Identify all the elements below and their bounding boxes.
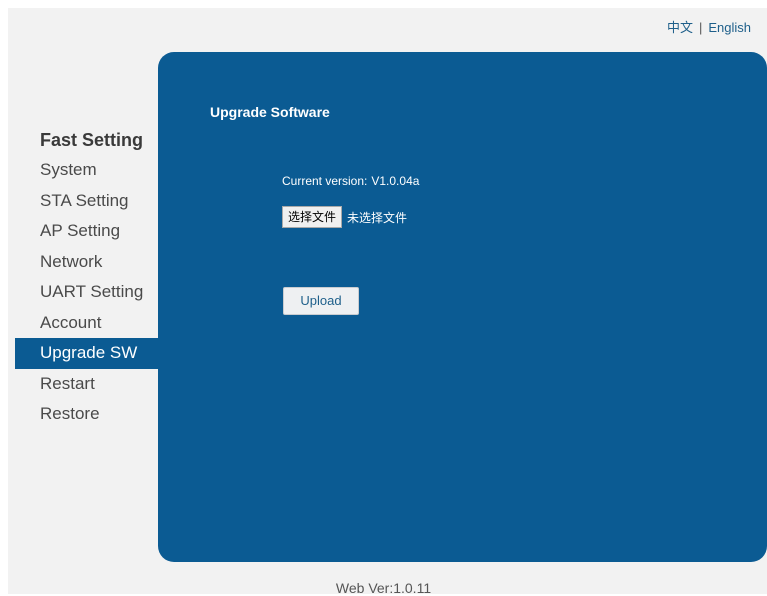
sidebar-item-network[interactable]: Network: [15, 247, 161, 278]
sidebar-item-system[interactable]: System: [15, 155, 161, 186]
sidebar-item-account[interactable]: Account: [15, 308, 161, 339]
language-chinese-link[interactable]: 中文: [667, 20, 693, 35]
content-panel: Upgrade Software Current version: V1.0.04…: [158, 52, 767, 562]
version-label: Current version:: [282, 174, 368, 188]
sidebar-item-upgrade-sw[interactable]: Upgrade SW: [15, 338, 161, 369]
language-separator: |: [698, 20, 703, 35]
panel-title: Upgrade Software: [210, 104, 330, 120]
language-english-link[interactable]: English: [708, 20, 751, 35]
upload-button[interactable]: Upload: [283, 287, 359, 315]
choose-file-button[interactable]: 选择文件: [282, 206, 343, 228]
sidebar-header[interactable]: Fast Setting: [15, 125, 161, 155]
file-status: 未选择文件: [347, 210, 408, 225]
file-input: 选择文件 未选择文件: [282, 206, 407, 228]
sidebar-item-restore[interactable]: Restore: [15, 399, 161, 430]
version-value: V1.0.04a: [371, 174, 420, 188]
sidebar-item-restart[interactable]: Restart: [15, 369, 161, 400]
sidebar: Fast Setting System STA Setting AP Setti…: [15, 125, 161, 430]
language-switcher: 中文 | English: [667, 17, 751, 36]
sidebar-item-ap-setting[interactable]: AP Setting: [15, 216, 161, 247]
sidebar-item-sta-setting[interactable]: STA Setting: [15, 186, 161, 217]
sidebar-item-uart-setting[interactable]: UART Setting: [15, 277, 161, 308]
current-version: Current version: V1.0.04a: [282, 174, 419, 188]
